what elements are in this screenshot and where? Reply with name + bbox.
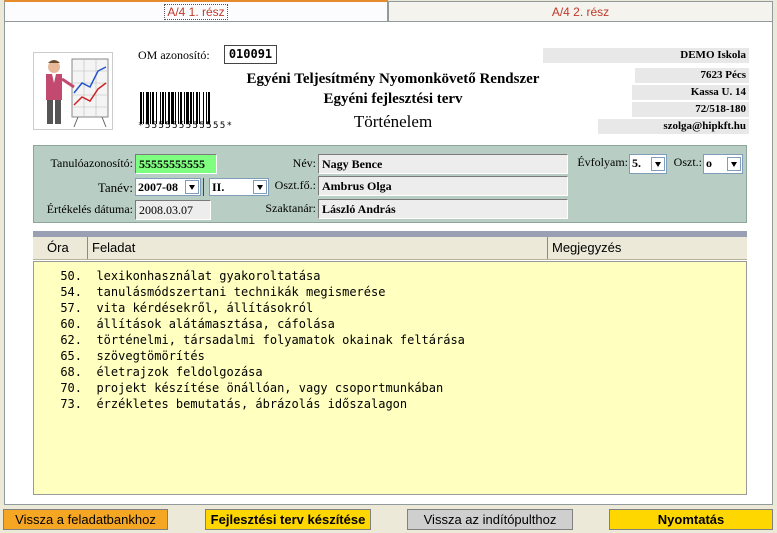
tab-a4-part1-label: A/4 1. rész <box>164 3 228 20</box>
student-id-field[interactable]: 55555555555 <box>135 154 217 174</box>
list-item-task: tanulásmódszertani technikák megismerése <box>96 285 386 299</box>
year-select[interactable]: 2007-08 <box>135 178 201 196</box>
list-item[interactable]: 50. lexikonhasználat gyakoroltatása <box>44 268 320 284</box>
create-plan-button[interactable]: Fejlesztési terv készítése <box>205 509 371 530</box>
list-item[interactable]: 73. érzékletes bemutatás, ábrázolás idős… <box>44 396 407 412</box>
column-header-megjegyzes[interactable]: Megjegyzés <box>547 237 747 259</box>
list-item-task: vita kérdésekről, állításokról <box>96 301 314 315</box>
school-street: Kassa U. 14 <box>632 85 749 100</box>
list-item[interactable]: 62. történelmi, társadalmi folyamatok ok… <box>44 332 465 348</box>
column-header-feladat[interactable]: Feladat <box>87 237 547 259</box>
tab-a4-part1[interactable]: A/4 1. rész <box>4 0 388 21</box>
print-button[interactable]: Nyomtatás <box>609 509 773 530</box>
back-to-taskbank-button[interactable]: Vissza a feladatbankhoz <box>3 509 168 530</box>
subject-title: Történelem <box>353 112 433 131</box>
column-header-ora[interactable]: Óra <box>33 237 87 259</box>
eval-date-field[interactable]: 2008.03.07 <box>135 200 211 220</box>
presenter-chart-icon <box>33 52 113 130</box>
back-to-launcher-button[interactable]: Vissza az indítópulthoz <box>407 509 573 530</box>
year-label: Tanév: <box>97 180 133 195</box>
list-item-num: 73. <box>60 397 82 411</box>
class-select[interactable]: o <box>703 154 743 174</box>
list-item-num: 54. <box>60 285 82 299</box>
class-select-value: o <box>706 156 712 170</box>
tab-a4-part2[interactable]: A/4 2. rész <box>388 1 773 21</box>
class-label: Oszt.: <box>673 155 702 169</box>
divider <box>203 178 206 196</box>
list-item-num: 65. <box>60 349 82 363</box>
chevron-down-icon[interactable] <box>185 180 199 194</box>
student-id-label: Tanulóazonosító: <box>50 156 133 170</box>
list-item-task: állítások alátámasztása, cáfolása <box>96 317 335 331</box>
om-label: OM azonosító: <box>138 48 210 62</box>
list-item[interactable]: 70. projekt készítése önállóan, vagy cso… <box>44 380 443 396</box>
school-city: 7623 Pécs <box>635 68 749 83</box>
list-item[interactable]: 65. szövegtömörítés <box>44 348 205 364</box>
eval-date-label: Értékelés dátuma: <box>46 202 133 216</box>
list-item-task: életrajzok feldolgozása <box>96 365 263 379</box>
chevron-down-icon[interactable] <box>651 157 665 171</box>
list-item[interactable]: 57. vita kérdésekről, állításokról <box>44 300 313 316</box>
tab-a4-part2-label: A/4 2. rész <box>551 4 610 19</box>
grade-select-value: 5. <box>632 156 641 170</box>
chevron-down-icon[interactable] <box>727 157 741 171</box>
school-email: szolga@hipkft.hu <box>598 119 749 134</box>
school-phone: 72/518-180 <box>632 102 749 117</box>
list-item[interactable]: 60. állítások alátámasztása, cáfolása <box>44 316 335 332</box>
list-item-num: 62. <box>60 333 82 347</box>
list-item-num: 68. <box>60 365 82 379</box>
list-item-task: projekt készítése önállóan, vagy csoport… <box>96 381 444 395</box>
task-list[interactable]: 50. lexikonhasználat gyakoroltatása 54. … <box>33 261 747 495</box>
grade-select[interactable]: 5. <box>629 154 667 174</box>
term-select-value: II. <box>212 180 225 194</box>
om-value: 010091 <box>224 45 277 64</box>
list-item-num: 57. <box>60 301 82 315</box>
year-select-value: 2007-08 <box>138 180 178 194</box>
grade-label: Évfolyam: <box>577 155 628 169</box>
name-field[interactable]: Nagy Bence <box>318 154 568 174</box>
subject-teacher-field[interactable]: László András <box>318 199 568 219</box>
list-item-num: 50. <box>60 269 82 283</box>
list-item-task: lexikonhasználat gyakoroltatása <box>96 269 321 283</box>
list-item[interactable]: 68. életrajzok feldolgozása <box>44 364 263 380</box>
title-line2: Egyéni fejlesztési terv <box>323 91 463 107</box>
list-item-num: 60. <box>60 317 82 331</box>
head-teacher-label: Oszt.fő.: <box>274 178 316 192</box>
list-item-task: érzékletes bemutatás, ábrázolás időszala… <box>96 397 408 411</box>
list-item-task: szövegtömörítés <box>96 349 205 363</box>
head-teacher-field[interactable]: Ambrus Olga <box>318 176 568 196</box>
title-line1: Egyéni Teljesítmény Nyomonkövető Rendsze… <box>246 71 540 87</box>
list-item-num: 70. <box>60 381 82 395</box>
list-item[interactable]: 54. tanulásmódszertani technikák megisme… <box>44 284 385 300</box>
school-name: DEMO Iskola <box>543 48 749 63</box>
name-label: Név: <box>292 156 316 170</box>
list-item-task: történelmi, társadalmi folyamatok okaina… <box>96 333 465 347</box>
subject-teacher-label: Szaktanár: <box>265 201 316 215</box>
table-header: Óra Feladat Megjegyzés <box>33 237 747 260</box>
